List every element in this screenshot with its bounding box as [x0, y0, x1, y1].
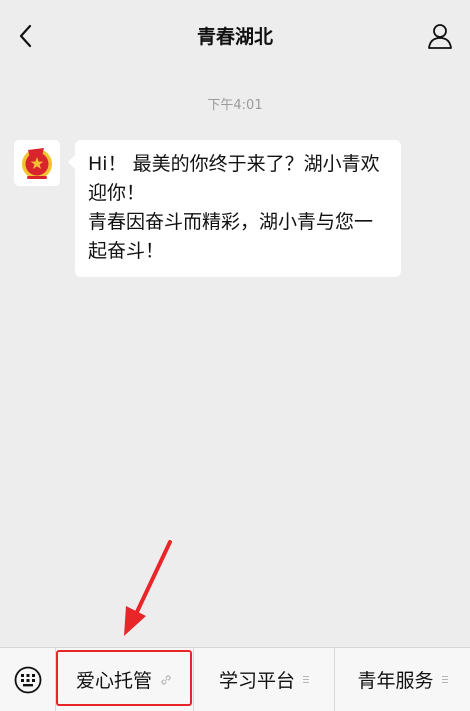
custom-menu-bar: 爱心托管 学习平台 青年服务 [0, 647, 470, 711]
top-bar: 青春湖北 [0, 0, 470, 72]
message-bubble[interactable]: Hi！ 最美的你终于来了？湖小青欢 迎你！ 青春因奋斗而精彩，湖小青与您一 起奋… [68, 140, 401, 277]
submenu-lines-icon [441, 674, 448, 685]
link-icon [160, 674, 172, 686]
menu-item-label: 学习平台 [218, 670, 295, 692]
profile-button[interactable] [424, 20, 456, 52]
person-icon [428, 24, 452, 49]
message-line: 起奋斗！ [88, 240, 165, 262]
annotation-arrow-icon [124, 540, 172, 636]
chevron-left-icon [19, 24, 32, 48]
menu-item-label: 爱心托管 [75, 670, 152, 692]
avatar[interactable] [14, 140, 60, 186]
back-button[interactable] [10, 20, 42, 52]
message-timestamp: 下午4:01 [207, 98, 263, 113]
communist-youth-league-emblem-icon [22, 148, 52, 179]
message-line: 青春因奋斗而精彩，湖小青与您一 [88, 211, 374, 233]
submenu-lines-icon [303, 674, 309, 685]
chat-title: 青春湖北 [196, 26, 273, 48]
menu-item-xuexi-pingtai[interactable]: 学习平台 [193, 648, 334, 711]
keyboard-toggle-button[interactable] [0, 648, 56, 711]
menu-item-label: 青年服务 [357, 670, 434, 692]
keyboard-icon [14, 666, 41, 693]
message-line: 迎你！ [88, 182, 146, 204]
menu-item-qingnian-fuwu[interactable]: 青年服务 [334, 648, 470, 711]
menu-item-aixin-tuoguan[interactable]: 爱心托管 [56, 648, 192, 711]
message-line: Hi！ 最美的你终于来了？湖小青欢 [88, 153, 380, 175]
